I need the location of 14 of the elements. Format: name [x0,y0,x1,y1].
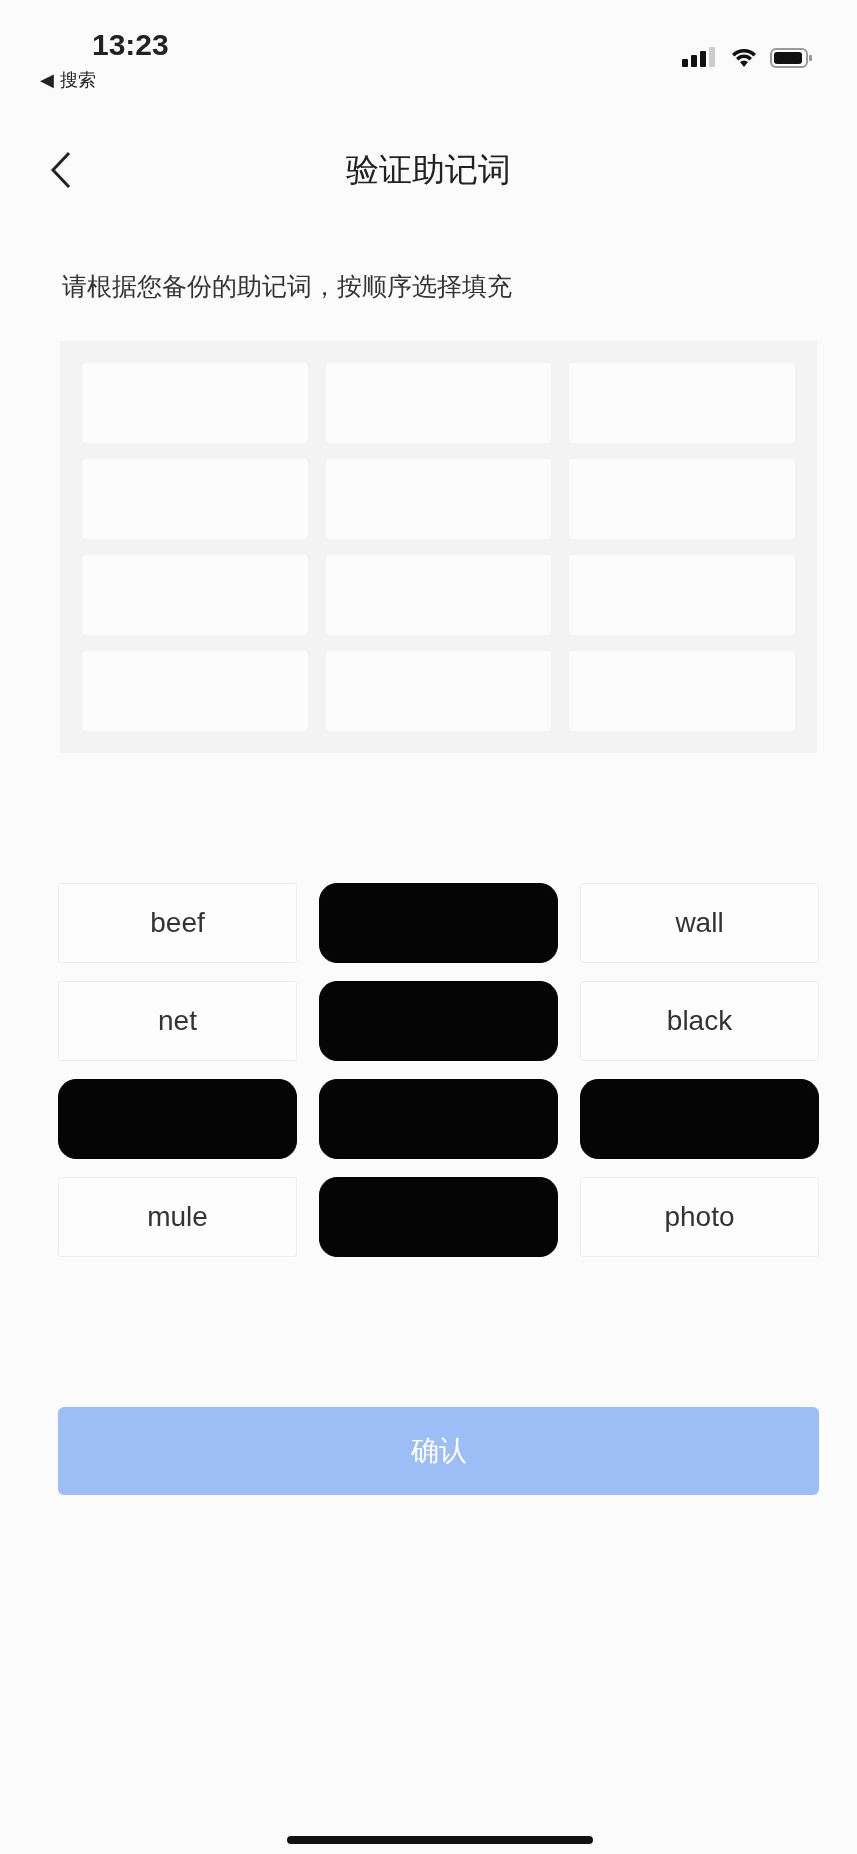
back-icon[interactable] [50,151,72,189]
battery-icon [770,47,812,69]
instruction-text: 请根据您备份的助记词，按顺序选择填充 [62,271,513,303]
word-chip[interactable]: photo [580,1177,819,1257]
word-chip[interactable]: beef [58,883,297,963]
word-chip[interactable]: net [58,981,297,1061]
status-time: 13:23 [91,28,169,62]
back-to-app-link[interactable]: ◀ 搜索 [40,68,169,92]
wifi-icon [730,47,758,69]
signal-icon [682,47,718,69]
page-title: 验证助记词 [346,148,511,191]
word-chip[interactable]: mule [58,1177,297,1257]
word-chip[interactable]: wall [580,883,819,963]
word-chip[interactable]: black [580,981,819,1061]
